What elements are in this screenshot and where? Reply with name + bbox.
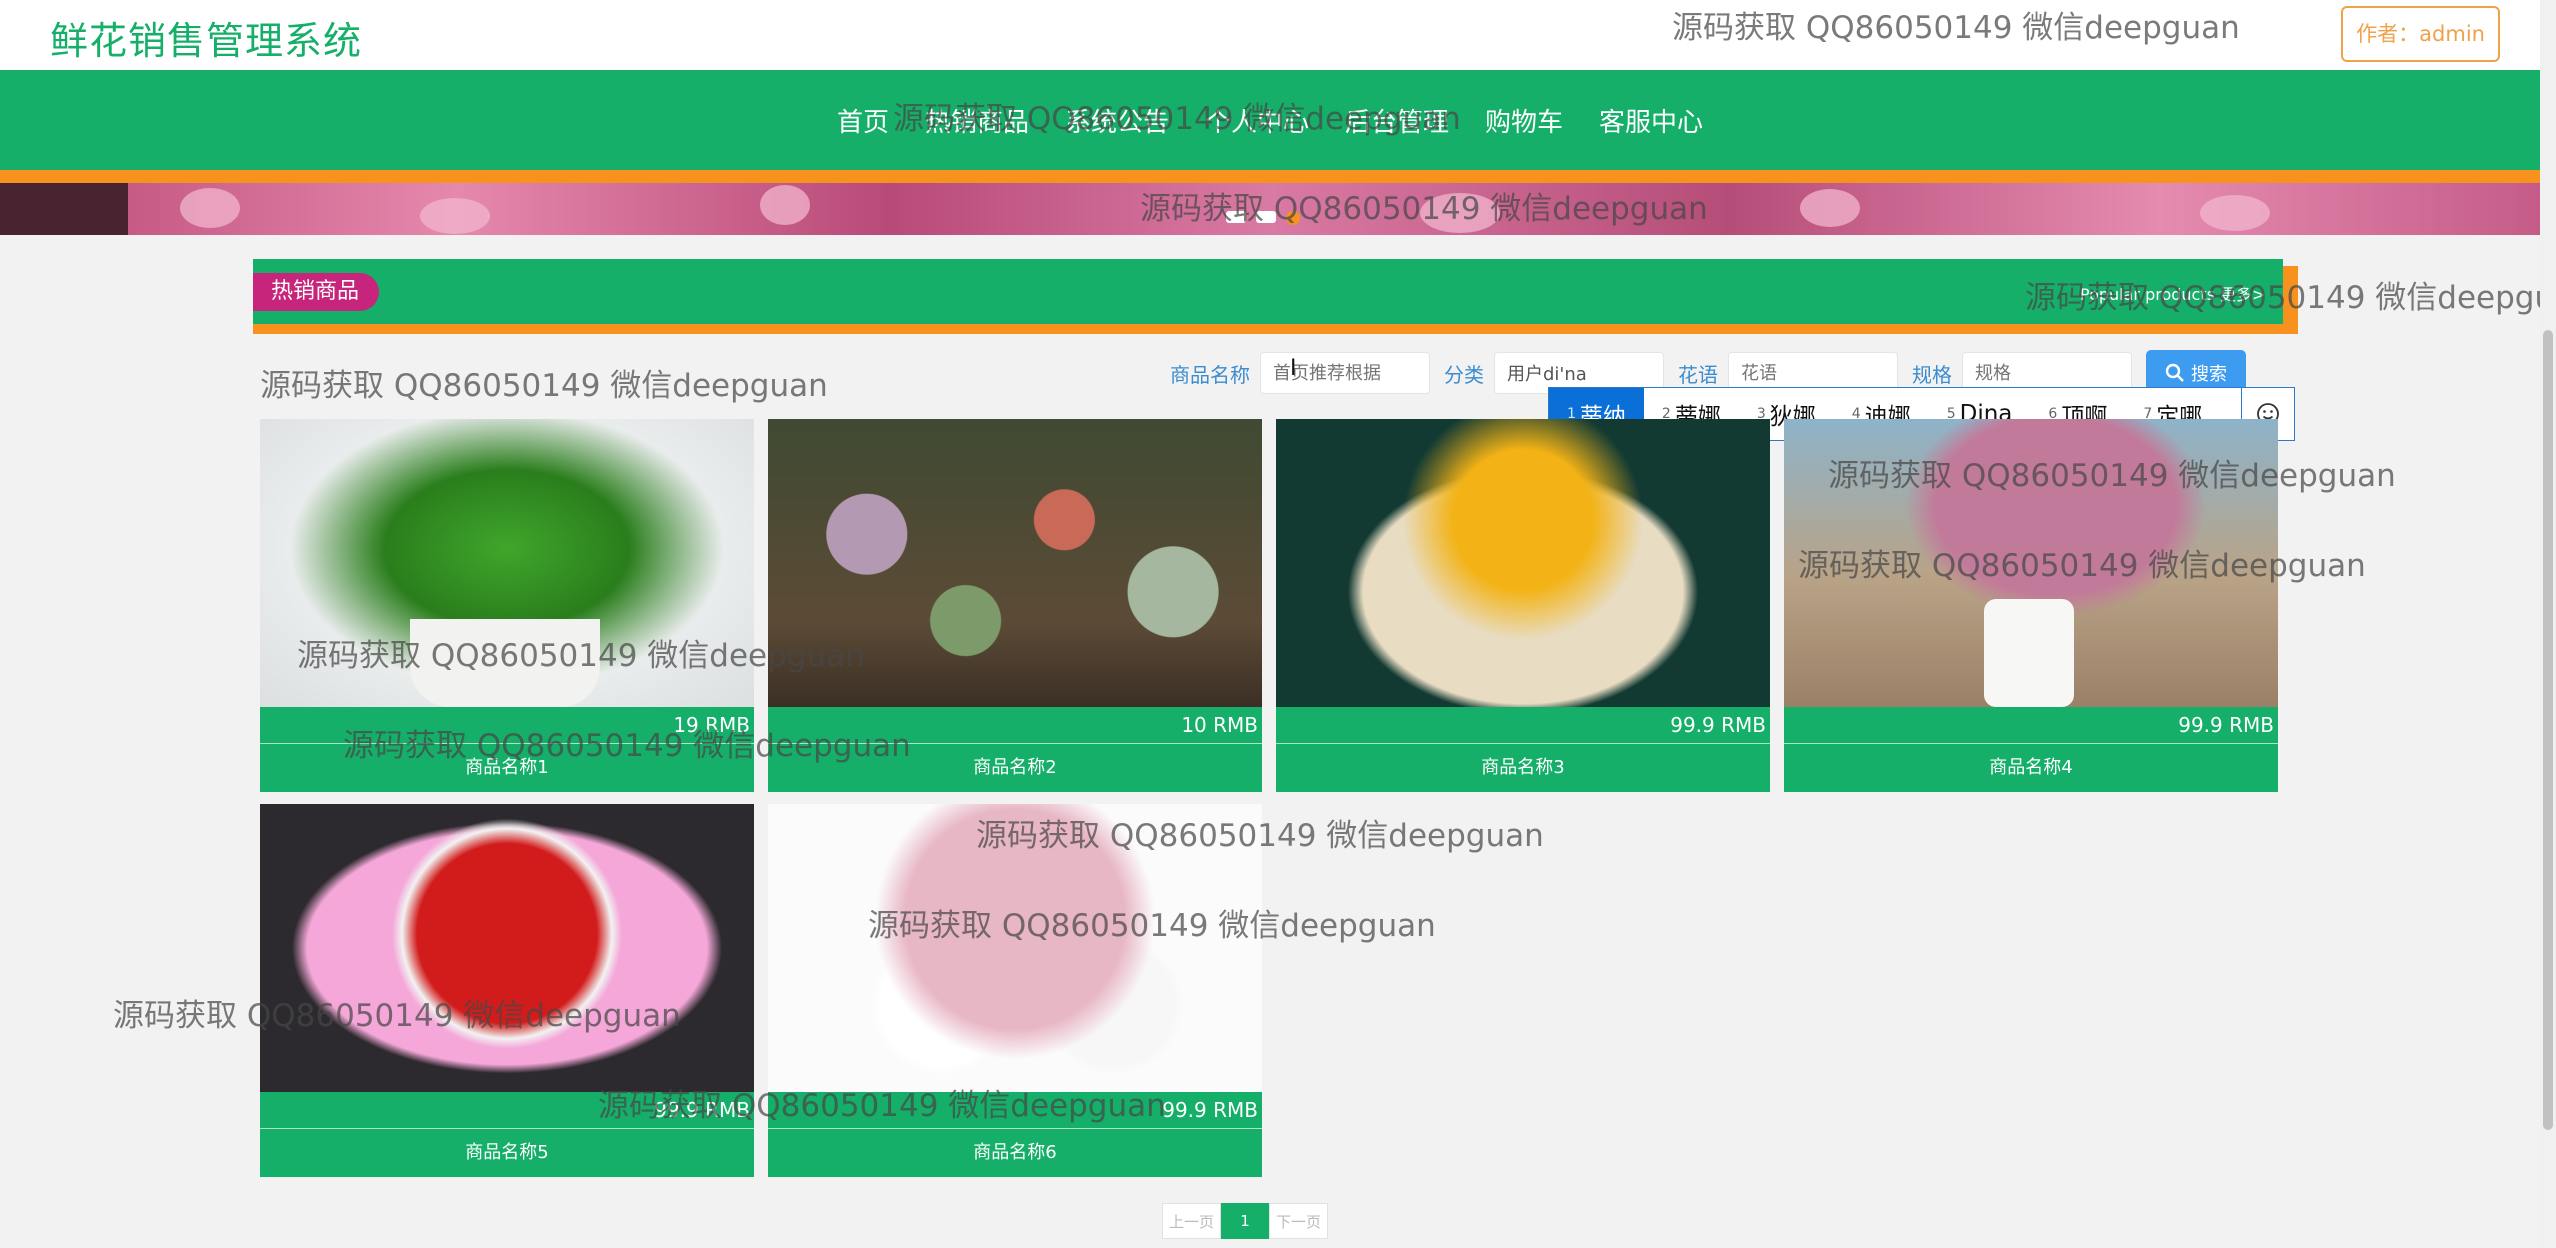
prev-page-button[interactable]: 上一页 [1162, 1203, 1222, 1239]
section-header-underline [253, 324, 2298, 334]
product-image[interactable] [260, 804, 754, 1092]
nav-item-customer-service[interactable]: 客服中心 [1599, 102, 1703, 139]
product-name[interactable]: 商品名称6 [768, 1129, 1262, 1177]
watermark: 源码获取 QQ86050149 微信deepguan [260, 368, 828, 404]
product-image[interactable] [260, 419, 754, 707]
page-button-current[interactable]: 1 [1221, 1203, 1270, 1239]
vertical-scrollbar[interactable] [2540, 0, 2556, 1248]
product-card[interactable]: 99.9 RMB 商品名称5 [260, 804, 754, 1177]
pagination: 上一页 1 下一页 [1162, 1203, 1329, 1239]
carousel-dot[interactable] [1256, 211, 1276, 223]
product-price: 99.9 RMB [768, 1092, 1262, 1129]
product-name[interactable]: 商品名称2 [768, 744, 1262, 792]
product-price: 10 RMB [768, 707, 1262, 744]
carousel-dot[interactable] [1226, 211, 1246, 223]
product-image[interactable] [768, 804, 1262, 1092]
top-bar: 鲜花销售管理系统 作者：admin [0, 0, 2540, 70]
product-name[interactable]: 商品名称3 [1276, 744, 1770, 792]
scrollbar-thumb[interactable] [2543, 330, 2553, 1130]
nav-item-cart[interactable]: 购物车 [1485, 102, 1563, 139]
text-cursor-icon: I [1290, 356, 1297, 381]
product-card[interactable]: 19 RMB 商品名称1 [260, 419, 754, 792]
site-title[interactable]: 鲜花销售管理系统 [50, 10, 362, 65]
product-card[interactable]: 10 RMB 商品名称2 [768, 419, 1262, 792]
flower-language-label: 花语 [1678, 362, 1718, 387]
nav-item-announcements[interactable]: 系统公告 [1065, 102, 1169, 139]
product-price: 19 RMB [260, 707, 754, 744]
section-header [253, 259, 2283, 324]
category-label: 分类 [1444, 362, 1484, 387]
product-name[interactable]: 商品名称5 [260, 1129, 754, 1177]
nav-item-admin[interactable]: 后台管理 [1345, 102, 1449, 139]
product-card[interactable]: 99.9 RMB 商品名称4 [1784, 419, 2278, 792]
name-label: 商品名称 [1170, 362, 1250, 387]
carousel-dot-active[interactable] [1286, 211, 1300, 225]
nav-item-hot-products[interactable]: 热销商品 [925, 102, 1029, 139]
search-button-label: 搜索 [2191, 364, 2227, 385]
product-image[interactable] [768, 419, 1262, 707]
product-card[interactable]: 99.9 RMB 商品名称3 [1276, 419, 1770, 792]
product-price: 99.9 RMB [1276, 707, 1770, 744]
product-image[interactable] [1276, 419, 1770, 707]
product-price: 99.9 RMB [260, 1092, 754, 1129]
spec-label: 规格 [1912, 362, 1952, 387]
search-icon [2165, 363, 2184, 382]
next-page-button[interactable]: 下一页 [1269, 1203, 1329, 1239]
product-name[interactable]: 商品名称4 [1784, 744, 2278, 792]
name-search-input[interactable] [1260, 352, 1430, 394]
author-button[interactable]: 作者：admin [2341, 6, 2500, 62]
product-name[interactable]: 商品名称1 [260, 744, 754, 792]
nav-underline [0, 170, 2540, 183]
section-title: 热销商品 [253, 273, 380, 311]
banner-carousel[interactable] [0, 183, 2540, 235]
main-nav: 首页 热销商品 系统公告 个人中心 后台管理 购物车 客服中心 [0, 70, 2540, 170]
product-price: 99.9 RMB [1784, 707, 2278, 744]
section-header-edge [2283, 266, 2298, 334]
nav-item-personal-center[interactable]: 个人中心 [1205, 102, 1309, 139]
carousel-dots [1226, 211, 1300, 225]
nav-item-home[interactable]: 首页 [837, 102, 889, 139]
product-card[interactable]: 99.9 RMB 商品名称6 [768, 804, 1262, 1177]
more-link[interactable]: Popular products 更多> [2080, 281, 2265, 305]
product-image[interactable] [1784, 419, 2278, 707]
